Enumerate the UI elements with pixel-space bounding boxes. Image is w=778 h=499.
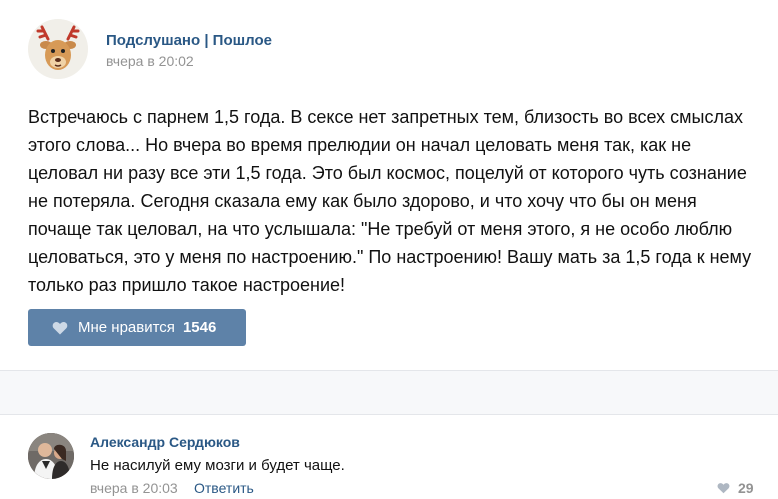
post-date[interactable]: вчера в 20:02 [106,53,194,69]
post: Подслушано | Пошлое вчера в 20:02 Встреч… [0,0,778,370]
like-button[interactable]: Мне нравится 1546 [28,309,246,346]
comment-date[interactable]: вчера в 20:03 [90,480,178,496]
comment-author[interactable]: Александр Сердюков [90,434,240,450]
comment: Александр Сердюков Не насилуй ему мозги … [0,414,778,499]
like-count: 1546 [182,319,217,336]
user-photo-icon [28,433,74,479]
post-text: Встречаюсь с парнем 1,5 года. В сексе не… [28,107,752,295]
comment-like-count: 29 [738,480,754,496]
heart-icon [717,483,730,494]
commenter-avatar[interactable] [28,433,74,479]
like-label: Мне нравится [78,319,175,336]
separator [0,370,778,415]
comment-like-button[interactable]: 29 [717,480,754,496]
heart-icon [52,321,68,334]
post-author[interactable]: Подслушано | Пошлое [106,32,272,49]
comment-text: Не насилуй ему мозги и будет чаще. [90,457,345,474]
group-avatar[interactable] [28,19,88,79]
reply-link[interactable]: Ответить [194,480,254,496]
deer-icon [28,19,88,79]
